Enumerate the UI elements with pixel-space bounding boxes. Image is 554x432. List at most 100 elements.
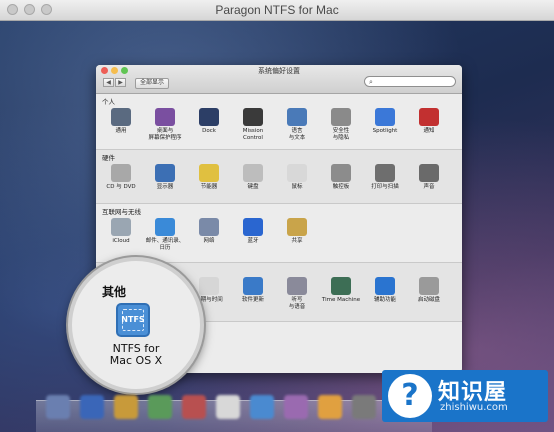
pref-pane-item[interactable]: Dock bbox=[187, 108, 231, 135]
pref-pane-item[interactable]: 节能器 bbox=[187, 164, 231, 191]
language-icon bbox=[287, 108, 307, 126]
pref-pane-item[interactable]: 邮件、通讯录、 日历 bbox=[143, 218, 187, 251]
section-title: 互联网与无线 bbox=[102, 208, 141, 216]
accessibility-icon bbox=[375, 277, 395, 295]
pref-pane-item[interactable]: 软件更新 bbox=[231, 277, 275, 304]
pref-pane-item[interactable]: 通知 bbox=[407, 108, 451, 135]
search-input[interactable]: ⌕ bbox=[364, 76, 456, 87]
notifications-icon bbox=[419, 108, 439, 126]
network-icon bbox=[199, 218, 219, 236]
pref-pane-label: 共享 bbox=[291, 238, 303, 244]
pref-pane-label: 安全性 与隐私 bbox=[332, 128, 350, 141]
pref-pane-label: 鼠标 bbox=[291, 184, 303, 190]
pref-pane-item[interactable]: Mission Control bbox=[231, 108, 275, 141]
dock-app-icon[interactable] bbox=[216, 395, 240, 419]
pref-pane-item[interactable]: CD 与 DVD bbox=[99, 164, 143, 191]
pref-pane-item[interactable]: 听写 与语音 bbox=[275, 277, 319, 310]
spotlight-icon bbox=[375, 108, 395, 126]
ntfs-icon[interactable]: NTFS bbox=[116, 303, 150, 337]
pref-pane-item[interactable]: 通用 bbox=[99, 108, 143, 135]
pref-pane-label: 通用 bbox=[115, 128, 127, 134]
show-all-button[interactable]: 全部显示 bbox=[135, 78, 170, 89]
pref-pane-label: Time Machine bbox=[321, 297, 361, 303]
mouse-icon bbox=[287, 164, 307, 182]
mission-control-icon bbox=[243, 108, 263, 126]
pref-pane-label: 蓝牙 bbox=[247, 238, 259, 244]
pref-pane-label: Spotlight bbox=[372, 128, 398, 134]
sharing-icon bbox=[287, 218, 307, 236]
cd-dvd-icon bbox=[111, 164, 131, 182]
pref-pane-item[interactable]: 语言 与文本 bbox=[275, 108, 319, 141]
magnifier-callout: 其他 NTFS NTFS for Mac OS X bbox=[68, 257, 204, 393]
pref-pane-item[interactable]: 安全性 与隐私 bbox=[319, 108, 363, 141]
question-badge-icon: ? bbox=[388, 374, 432, 418]
pref-pane-label: 邮件、通讯录、 日历 bbox=[145, 238, 185, 251]
dock-app-icon[interactable] bbox=[80, 395, 104, 419]
pref-pane-label: 触控板 bbox=[332, 184, 350, 190]
pref-pane-label: 打印与扫描 bbox=[371, 184, 399, 190]
pref-pane-item[interactable]: 蓝牙 bbox=[231, 218, 275, 245]
pref-pane-label: CD 与 DVD bbox=[106, 184, 136, 190]
pref-pane-item[interactable]: 声音 bbox=[407, 164, 451, 191]
watermark-logo: ? 知识屋 zhishiwu.com bbox=[382, 370, 548, 422]
pref-pane-item[interactable]: Spotlight bbox=[363, 108, 407, 135]
pref-pane-item[interactable]: 启动磁盘 bbox=[407, 277, 451, 304]
printer-icon bbox=[375, 164, 395, 182]
dock-icon bbox=[199, 108, 219, 126]
pref-pane-label: iCloud bbox=[112, 238, 130, 244]
dock-app-icon[interactable] bbox=[284, 395, 308, 419]
dock-app-icon[interactable] bbox=[114, 395, 138, 419]
pref-pane-label: Mission Control bbox=[242, 128, 264, 141]
sysprefs-title: 系统偏好设置 bbox=[258, 67, 300, 75]
pref-pane-item[interactable]: 键盘 bbox=[231, 164, 275, 191]
window-title: Paragon NTFS for Mac bbox=[215, 3, 339, 17]
energy-saver-icon bbox=[199, 164, 219, 182]
pref-pane-label: 桌面与 屏幕保护程序 bbox=[148, 128, 182, 141]
keyboard-icon bbox=[243, 164, 263, 182]
pref-pane-item[interactable]: iCloud bbox=[99, 218, 143, 245]
date-time-icon bbox=[199, 277, 219, 295]
pref-pane-item[interactable]: 网络 bbox=[187, 218, 231, 245]
dock-app-icon[interactable] bbox=[148, 395, 172, 419]
pref-pane-label: 显示器 bbox=[156, 184, 174, 190]
other-section-title: 其他 bbox=[102, 285, 127, 299]
ntfs-item-label[interactable]: NTFS for Mac OS X bbox=[72, 343, 200, 367]
pref-pane-label: Dock bbox=[202, 128, 216, 134]
startup-disk-icon bbox=[419, 277, 439, 295]
pref-pane-label: 节能器 bbox=[200, 184, 218, 190]
sysprefs-toolbar: 系统偏好设置 ◀ ▶ 全部显示 ⌕ bbox=[96, 65, 462, 94]
dock-app-icon[interactable] bbox=[182, 395, 206, 419]
trackpad-icon bbox=[331, 164, 351, 182]
time-machine-icon bbox=[331, 277, 351, 295]
pref-pane-item[interactable]: 触控板 bbox=[319, 164, 363, 191]
pref-pane-item[interactable]: 显示器 bbox=[143, 164, 187, 191]
dock bbox=[36, 395, 432, 432]
desktop-icon bbox=[155, 108, 175, 126]
software-update-icon bbox=[243, 277, 263, 295]
pref-pane-item[interactable]: 鼠标 bbox=[275, 164, 319, 191]
pref-section: 硬件 CD 与 DVD 显示器 节能器 键盘 鼠标 触控板 打印与扫描 声音 bbox=[96, 150, 462, 204]
pref-pane-item[interactable]: 共享 bbox=[275, 218, 319, 245]
pref-pane-item[interactable]: 桌面与 屏幕保护程序 bbox=[143, 108, 187, 141]
pref-pane-label: 通知 bbox=[423, 128, 435, 134]
pref-pane-label: 软件更新 bbox=[241, 297, 264, 303]
pref-pane-label: 启动磁盘 bbox=[417, 297, 440, 303]
pref-pane-label: 辅助功能 bbox=[373, 297, 396, 303]
desktop-background: 系统偏好设置 ◀ ▶ 全部显示 ⌕ 个人 通用 桌面与 屏幕保护程序 Dock Miss… bbox=[0, 21, 554, 432]
pref-pane-item[interactable]: 辅助功能 bbox=[363, 277, 407, 304]
dock-app-icon[interactable] bbox=[250, 395, 274, 419]
display-icon bbox=[155, 164, 175, 182]
dock-app-icon[interactable] bbox=[318, 395, 342, 419]
forward-button[interactable]: ▶ bbox=[115, 78, 126, 87]
pref-pane-label: 键盘 bbox=[247, 184, 259, 190]
pref-pane-item[interactable]: Time Machine bbox=[319, 277, 363, 304]
watermark-url: zhishiwu.com bbox=[440, 402, 508, 413]
pref-pane-item[interactable]: 打印与扫描 bbox=[363, 164, 407, 191]
dock-app-icon[interactable] bbox=[46, 395, 70, 419]
back-button[interactable]: ◀ bbox=[103, 78, 114, 87]
window-titlebar: Paragon NTFS for Mac bbox=[0, 0, 554, 21]
sound-icon bbox=[419, 164, 439, 182]
search-icon: ⌕ bbox=[369, 78, 373, 86]
section-title: 硬件 bbox=[102, 154, 115, 162]
dock-app-icon[interactable] bbox=[352, 395, 376, 419]
